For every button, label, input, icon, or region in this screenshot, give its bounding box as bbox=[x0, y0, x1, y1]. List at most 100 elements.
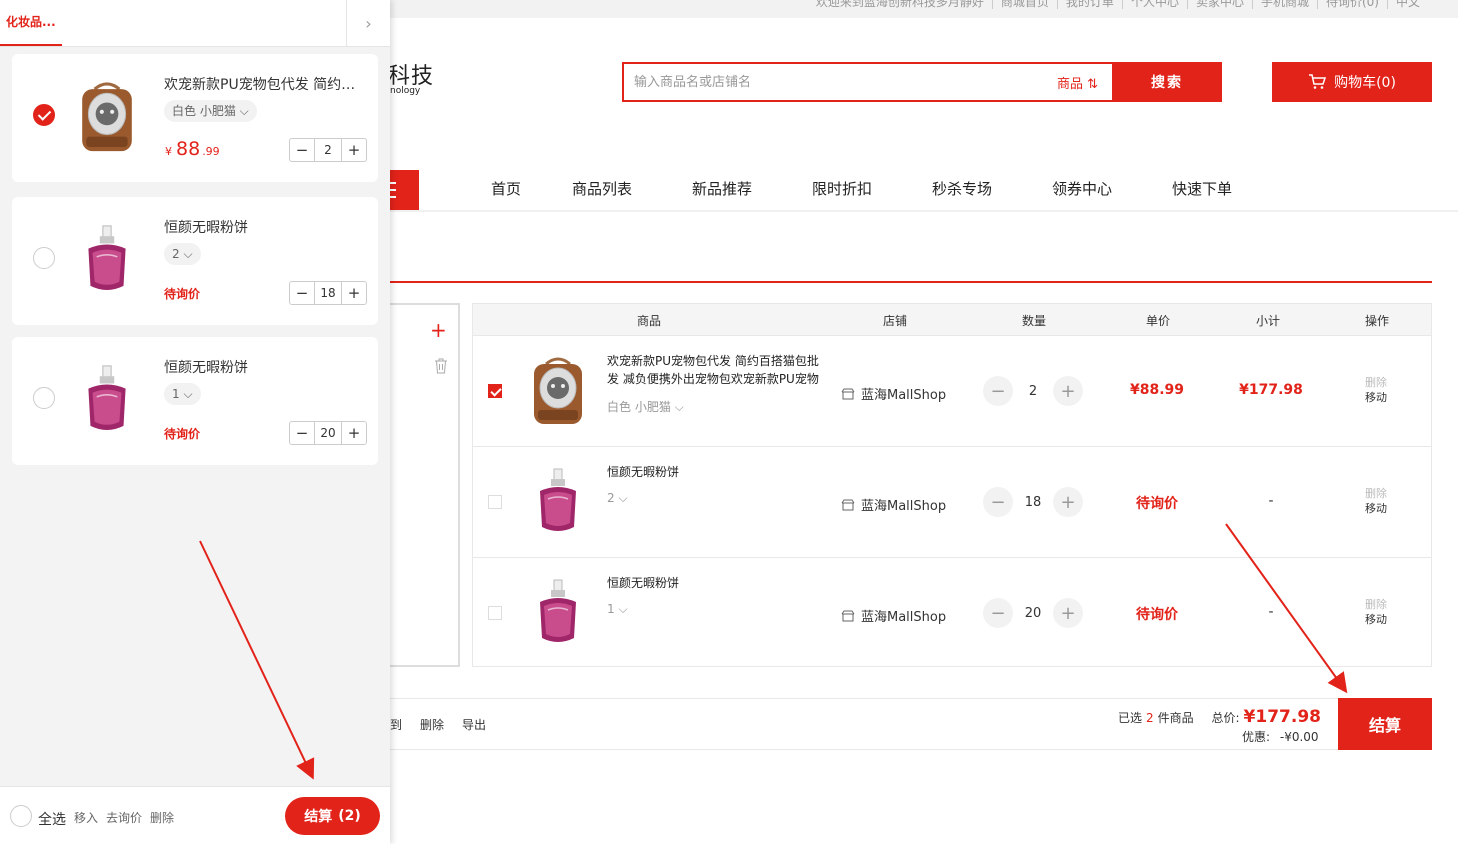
drawer-delete-link[interactable]: 删除 bbox=[150, 809, 174, 826]
quantity-decrease-button[interactable]: − bbox=[983, 487, 1013, 517]
nav-item-products[interactable]: 商品列表 bbox=[542, 178, 662, 200]
top-link-inquiry[interactable]: 待询价(0) bbox=[1316, 0, 1387, 9]
top-link-seller[interactable]: 卖家中心 bbox=[1186, 0, 1252, 9]
price-integer: 88 bbox=[176, 138, 201, 160]
top-link-home[interactable]: 商城首页 bbox=[991, 0, 1057, 9]
nav-item-new[interactable]: 新品推荐 bbox=[662, 178, 782, 200]
cart-button[interactable]: 购物车(0) bbox=[1272, 62, 1432, 102]
cart-icon bbox=[1309, 74, 1327, 89]
row-actions: 删除 移动 bbox=[1365, 486, 1387, 516]
item-radio[interactable] bbox=[33, 247, 55, 269]
item-title[interactable]: 恒颜无暇粉饼 bbox=[164, 357, 369, 377]
item-title[interactable]: 欢宠新款PU宠物包代发 简约百搭猫包批发 bbox=[164, 74, 369, 94]
quantity-stepper: − 18 + bbox=[983, 487, 1083, 517]
move-to-link[interactable]: 到 bbox=[390, 716, 402, 733]
item-spec[interactable]: 1 ⌵ bbox=[164, 383, 201, 405]
delete-link[interactable]: 删除 bbox=[1365, 486, 1387, 501]
pet-bag-image bbox=[82, 82, 132, 152]
row-checkbox[interactable] bbox=[488, 495, 502, 509]
quantity-value[interactable]: 20 bbox=[314, 422, 342, 444]
chevron-right-icon[interactable]: › bbox=[346, 0, 390, 47]
tab-active-indicator bbox=[0, 44, 62, 46]
product-title[interactable]: 恒颜无暇粉饼 bbox=[607, 463, 823, 481]
add-group-button[interactable]: + bbox=[430, 318, 447, 342]
row-actions: 删除 移动 bbox=[1365, 375, 1387, 405]
select-all-label[interactable]: 全选 bbox=[38, 809, 66, 829]
quantity-decrease-button[interactable]: − bbox=[290, 282, 314, 304]
quantity-increase-button[interactable]: + bbox=[342, 422, 366, 444]
quantity-stepper: − 20 + bbox=[983, 598, 1083, 628]
product-spec[interactable]: 2 ⌵ bbox=[607, 491, 628, 506]
shop-name[interactable]: 蓝海MallShop bbox=[841, 384, 946, 403]
shop-name-label: 蓝海MallShop bbox=[861, 499, 947, 514]
move-link[interactable]: 移动 bbox=[1365, 612, 1387, 627]
unit-price: 待询价 bbox=[1136, 496, 1178, 512]
category-menu-button[interactable] bbox=[390, 170, 419, 210]
product-spec[interactable]: 1 ⌵ bbox=[607, 602, 628, 617]
top-bar: 欢迎来到蓝海创新科技多月静好 商城首页 我的订单 个人中心 卖家中心 手机商城 … bbox=[390, 0, 1458, 18]
quantity-increase-button[interactable]: + bbox=[1053, 376, 1083, 406]
unit-price: 待询价 bbox=[1136, 607, 1178, 623]
checkout-button[interactable]: 结算 bbox=[1338, 698, 1432, 750]
nav-item-discount[interactable]: 限时折扣 bbox=[782, 178, 902, 200]
select-all-radio[interactable] bbox=[10, 805, 32, 827]
quantity-increase-button[interactable]: + bbox=[1053, 487, 1083, 517]
shop-name[interactable]: 蓝海MallShop bbox=[841, 495, 946, 514]
trash-icon[interactable] bbox=[434, 358, 448, 374]
quantity-value[interactable]: 2 bbox=[1013, 384, 1053, 399]
search-button[interactable]: 搜索 bbox=[1112, 62, 1222, 102]
bulk-delete-link[interactable]: 删除 bbox=[420, 716, 444, 733]
quantity-decrease-button[interactable]: − bbox=[290, 422, 314, 444]
quantity-decrease-button[interactable]: − bbox=[983, 598, 1013, 628]
item-radio[interactable] bbox=[33, 387, 55, 409]
move-in-link[interactable]: 移入 bbox=[74, 809, 98, 826]
drawer-checkout-count: (2) bbox=[338, 808, 361, 824]
item-spec[interactable]: 2 ⌵ bbox=[164, 243, 201, 265]
quantity-increase-button[interactable]: + bbox=[342, 139, 366, 161]
product-spec[interactable]: 白色 小肥猫 ⌵ bbox=[607, 398, 684, 415]
export-link[interactable]: 导出 bbox=[462, 716, 486, 733]
search-input[interactable] bbox=[634, 73, 1034, 91]
perfume-image bbox=[88, 365, 126, 430]
drawer-item: 恒颜无暇粉饼 1 ⌵ 待询价 − 20 + bbox=[12, 337, 378, 465]
quantity-decrease-button[interactable]: − bbox=[983, 376, 1013, 406]
product-title[interactable]: 欢宠新款PU宠物包代发 简约百搭猫包批发 减负便携外出宠物包欢宠新款PU宠物包 bbox=[607, 352, 823, 388]
delete-link[interactable]: 删除 bbox=[1365, 597, 1387, 612]
tab-cosmetics[interactable]: 化妆品... bbox=[6, 13, 56, 30]
quantity-value[interactable]: 18 bbox=[1013, 495, 1053, 510]
item-price: ¥88.99 bbox=[165, 138, 220, 160]
quantity-increase-button[interactable]: + bbox=[342, 282, 366, 304]
nav-item-home[interactable]: 首页 bbox=[470, 178, 542, 200]
drawer-item: 欢宠新款PU宠物包代发 简约百搭猫包批发 白色 小肥猫 ⌵ ¥88.99 − 2… bbox=[12, 54, 378, 182]
quantity-decrease-button[interactable]: − bbox=[290, 139, 314, 161]
section-divider bbox=[390, 281, 1432, 283]
item-spec[interactable]: 白色 小肥猫 ⌵ bbox=[164, 100, 257, 122]
move-link[interactable]: 移动 bbox=[1365, 390, 1387, 405]
quantity-value[interactable]: 18 bbox=[314, 282, 342, 304]
subtotal: ¥177.98 bbox=[1239, 382, 1303, 398]
quantity-value[interactable]: 20 bbox=[1013, 606, 1053, 621]
product-title[interactable]: 恒颜无暇粉饼 bbox=[607, 574, 823, 592]
item-inquiry-price: 待询价 bbox=[164, 287, 201, 301]
quantity-increase-button[interactable]: + bbox=[1053, 598, 1083, 628]
drawer-checkout-button[interactable]: 结算 (2) bbox=[285, 797, 380, 835]
top-link-orders[interactable]: 我的订单 bbox=[1056, 0, 1122, 9]
row-checkbox[interactable] bbox=[488, 384, 502, 398]
move-link[interactable]: 移动 bbox=[1365, 501, 1387, 516]
row-checkbox[interactable] bbox=[488, 606, 502, 620]
top-link-mobile[interactable]: 手机商城 bbox=[1251, 0, 1317, 9]
top-link-language[interactable]: 中文 bbox=[1386, 0, 1428, 9]
delete-link[interactable]: 删除 bbox=[1365, 375, 1387, 390]
nav-item-flash-sale[interactable]: 秒杀专场 bbox=[902, 178, 1022, 200]
item-radio[interactable] bbox=[33, 104, 55, 126]
nav-item-coupons[interactable]: 领券中心 bbox=[1022, 178, 1142, 200]
search-type-toggle[interactable]: 商品 ⇅ bbox=[1057, 73, 1098, 92]
request-quote-link[interactable]: 去询价 bbox=[106, 809, 142, 826]
item-title[interactable]: 恒颜无暇粉饼 bbox=[164, 217, 369, 237]
shop-name[interactable]: 蓝海MallShop bbox=[841, 606, 946, 625]
quantity-value[interactable]: 2 bbox=[314, 139, 342, 161]
nav-item-quick-order[interactable]: 快速下单 bbox=[1142, 178, 1262, 200]
cart-button-label: 购物车(0) bbox=[1334, 75, 1396, 91]
top-link-profile[interactable]: 个人中心 bbox=[1121, 0, 1187, 9]
unit-price: ¥88.99 bbox=[1129, 382, 1185, 398]
